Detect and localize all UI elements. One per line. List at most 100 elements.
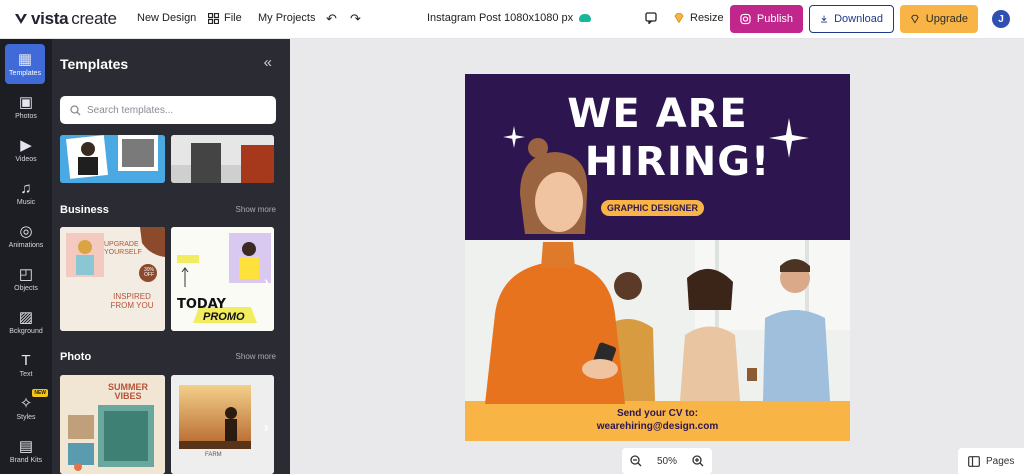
new-badge: NEW	[32, 389, 48, 397]
comments-button[interactable]	[645, 12, 657, 24]
thumb-today-text: TODAY	[177, 297, 226, 312]
zoom-out-icon[interactable]	[630, 455, 642, 467]
rail-label-photos: Photos	[15, 112, 37, 120]
file-menu-button[interactable]: File	[208, 12, 242, 24]
zoom-control: 50%	[622, 448, 712, 474]
download-icon	[821, 15, 828, 23]
poster-cv-email[interactable]: wearehiring@design.com	[465, 421, 850, 432]
poster-role-badge[interactable]: GRAPHIC DESIGNER	[601, 200, 705, 216]
thumb-summer-line2: VIBES	[114, 391, 142, 401]
thumb-discount-badge: 30% OFF	[143, 267, 154, 278]
thumb-promo-text: PROMO	[203, 311, 245, 323]
rail-label-text: Text	[19, 370, 33, 378]
undo-button[interactable]: ↶	[326, 12, 337, 25]
poster-headline-line2[interactable]: HIRING!	[485, 142, 850, 182]
music-icon: ♫	[20, 179, 32, 197]
template-thumb-image	[171, 375, 274, 474]
styles-icon: ✧	[19, 394, 33, 412]
panel-title: Templates	[60, 56, 129, 72]
upgrade-label: Upgrade	[925, 13, 968, 25]
undo-icon: ↶	[326, 11, 337, 26]
rail-item-brand-kits[interactable]: ▤ Brand Kits	[0, 431, 52, 471]
show-more-photo[interactable]: Show more	[236, 352, 276, 361]
new-design-button[interactable]: New Design	[137, 12, 196, 24]
redo-button[interactable]: ↷	[350, 12, 361, 25]
videos-icon: ▶	[20, 136, 32, 154]
rail-item-animations[interactable]: ◎ Animations	[0, 216, 52, 256]
show-more-business[interactable]: Show more	[236, 205, 276, 214]
instagram-icon	[740, 13, 751, 25]
search-icon	[70, 104, 81, 115]
rail-item-templates[interactable]: ▦ Templates	[5, 44, 45, 84]
rail-item-photos[interactable]: ▣ Photos	[0, 87, 52, 127]
publish-label: Publish	[756, 13, 793, 25]
rail-item-background[interactable]: ▨ Bckground	[0, 302, 52, 342]
section-label-business: Business	[60, 204, 109, 216]
redo-icon: ↷	[350, 11, 361, 26]
logo-mark-icon	[15, 14, 27, 24]
template-thumb-summer-vibes[interactable]: SUMMER VIBES	[60, 375, 165, 474]
photo-next-arrow-icon[interactable]: ›	[264, 419, 269, 435]
search-templates-input[interactable]: Search templates...	[60, 96, 276, 124]
rail-label-background: Bckground	[9, 327, 43, 335]
upgrade-button[interactable]: Upgrade	[900, 5, 978, 33]
objects-icon: ◰	[18, 265, 34, 283]
poster-headline-line1[interactable]: WE ARE	[465, 94, 850, 134]
rail-item-music[interactable]: ♫ Music	[0, 173, 52, 213]
file-label: File	[224, 12, 242, 24]
rail-label-animations: Animations	[8, 241, 44, 249]
rail-item-text[interactable]: T Text	[0, 345, 52, 385]
zoom-in-icon[interactable]	[692, 455, 704, 467]
template-thumb-image	[60, 135, 165, 183]
text-icon: T	[21, 351, 31, 369]
zoom-value[interactable]: 50%	[657, 456, 677, 467]
new-design-label: New Design	[137, 12, 197, 24]
my-projects-button[interactable]: My Projects	[258, 12, 315, 24]
rail-item-styles[interactable]: NEW ✧ Styles	[0, 388, 52, 428]
pages-icon	[968, 455, 980, 467]
user-avatar[interactable]: J	[992, 10, 1010, 28]
download-label: Download	[834, 13, 883, 25]
resize-label: Resize	[690, 12, 724, 24]
template-thumb-today-promo[interactable]: TODAY PROMO	[171, 227, 274, 331]
templates-icon: ▦	[17, 50, 33, 68]
publish-button[interactable]: Publish	[730, 5, 803, 33]
brand-kits-icon: ▤	[18, 437, 34, 455]
template-thumb-farm[interactable]: FARM	[171, 375, 274, 474]
collapse-panel-icon[interactable]: «	[264, 54, 272, 71]
logo-product-text: create	[71, 9, 117, 28]
rail-item-objects[interactable]: ◰ Objects	[0, 259, 52, 299]
pages-label: Pages	[986, 455, 1015, 467]
document-title-text: Instagram Post 1080x1080 px	[427, 12, 574, 24]
grid-icon	[208, 12, 219, 24]
template-thumb-workspace[interactable]	[171, 135, 274, 183]
rail-item-videos[interactable]: ▶ Videos	[0, 130, 52, 170]
template-thumb-image	[171, 135, 274, 183]
gem-icon	[911, 14, 919, 24]
download-button[interactable]: Download	[809, 5, 894, 33]
template-thumb-education[interactable]	[60, 135, 165, 183]
template-thumb-upgrade-yourself[interactable]: UPGRADE YOURSELF 30% OFF INSPIRED FROM Y…	[60, 227, 165, 331]
rail-label-objects: Objects	[14, 284, 38, 292]
logo-brand-text: vista	[31, 9, 69, 28]
section-label-photo: Photo	[60, 351, 92, 363]
business-next-arrow-icon[interactable]: ›	[264, 273, 269, 289]
cloud-saved-icon	[579, 14, 592, 22]
rail-label-styles: Styles	[16, 413, 36, 421]
rail-label-music: Music	[16, 198, 36, 206]
thumb-upgrade-line1: UPGRADE	[104, 241, 139, 248]
animations-icon: ◎	[19, 222, 33, 240]
vistacreate-logo[interactable]: vista create	[14, 9, 117, 29]
resize-button[interactable]: Resize	[673, 12, 724, 24]
thumb-farm-text: FARM	[205, 452, 222, 458]
design-canvas[interactable]: WE ARE HIRING! GRAPHIC DESIGNER Send you…	[465, 74, 850, 441]
thumb-inspired-line2: FROM YOU	[110, 300, 154, 310]
poster-cv-line1[interactable]: Send your CV to:	[465, 408, 850, 419]
document-title[interactable]: Instagram Post 1080x1080 px	[427, 12, 592, 24]
pages-button[interactable]: Pages	[958, 448, 1024, 474]
rail-label-videos: Videos	[15, 155, 37, 163]
top-bar: vista create New Design File My Projects …	[0, 0, 1024, 39]
left-rail: ▦ Templates ▣ Photos ▶ Videos ♫ Music ◎ …	[0, 39, 52, 474]
search-placeholder: Search templates...	[87, 104, 174, 116]
app-window: vista create New Design File My Projects …	[0, 0, 1024, 474]
